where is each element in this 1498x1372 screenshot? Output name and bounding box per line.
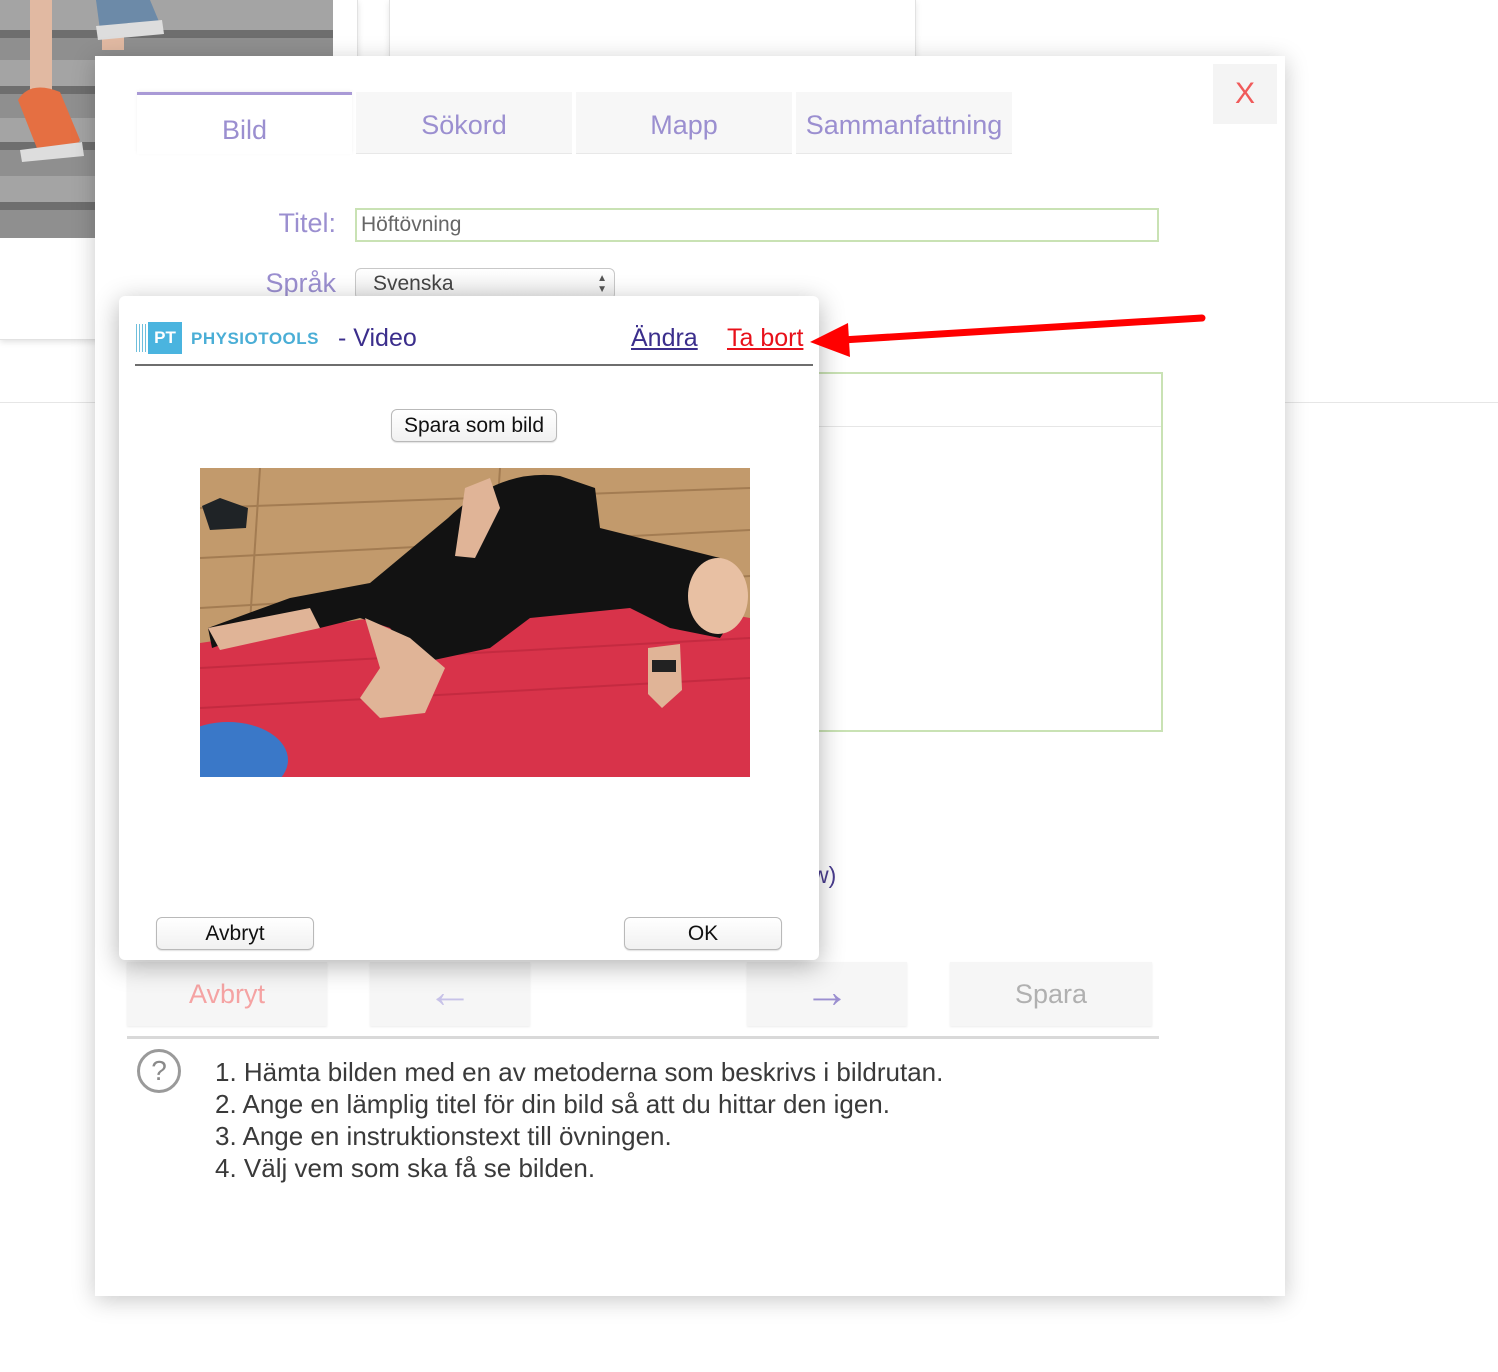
tab-bild[interactable]: Bild (137, 92, 352, 154)
modal-cancel-button[interactable]: Avbryt (156, 917, 314, 950)
cancel-label: Avbryt (188, 979, 266, 1009)
title-label: Titel: (278, 208, 336, 238)
save-as-image-button[interactable]: Spara som bild (391, 409, 557, 442)
modal-header-divider (135, 364, 813, 366)
close-button[interactable]: X (1213, 64, 1277, 124)
language-value: Svenska (373, 272, 454, 295)
next-button[interactable]: → (747, 962, 907, 1026)
video-preview[interactable] (200, 468, 750, 777)
tab-sammanfattning[interactable]: Sammanfattning (796, 92, 1012, 154)
close-icon: X (1234, 77, 1255, 110)
logo-mark: PT (148, 322, 182, 354)
delete-link[interactable]: Ta bort (727, 324, 803, 353)
help-step: 2. Ange en lämplig titel för din bild så… (215, 1089, 890, 1119)
question-circle-icon: ? (137, 1049, 181, 1093)
background-card (389, 0, 916, 62)
physiotools-logo: PT (136, 320, 182, 356)
edit-link[interactable]: Ändra (631, 324, 698, 353)
arrow-left-icon: ← (427, 965, 473, 1017)
logo-stripes (136, 324, 148, 352)
modal-cancel-label: Avbryt (205, 922, 265, 945)
textarea-divider (800, 426, 1161, 427)
instruction-textarea[interactable] (800, 372, 1163, 732)
tab-label: Mapp (650, 110, 718, 140)
brand-name: PHYSIOTOOLS (191, 329, 319, 348)
tab-mapp[interactable]: Mapp (576, 92, 792, 154)
ok-label: OK (687, 922, 719, 945)
prev-button[interactable]: ← (370, 962, 530, 1026)
cancel-button[interactable]: Avbryt (127, 962, 327, 1026)
help-divider (127, 1036, 1159, 1039)
save-button[interactable]: Spara (950, 962, 1152, 1026)
arrow-right-icon: → (804, 965, 850, 1017)
help-step: 3. Ange en instruktionstext till övninge… (215, 1121, 672, 1151)
screen: X Bild Sökord Mapp Sammanfattning Titel:… (0, 0, 1498, 1372)
ok-button[interactable]: OK (624, 917, 782, 950)
tab-label: Bild (221, 115, 268, 145)
modal-title: - Video (338, 324, 417, 352)
help-step: 1. Hämta bilden med en av metoderna som … (215, 1057, 944, 1087)
title-input[interactable] (355, 208, 1159, 242)
save-label: Spara (1014, 979, 1088, 1009)
save-as-image-label: Spara som bild (403, 414, 545, 437)
tab-sokord[interactable]: Sökord (356, 92, 572, 154)
tab-label: Sökord (421, 110, 507, 140)
video-thumbnail (200, 468, 750, 777)
language-label: Språk (265, 268, 336, 298)
help-steps: 1. Hämta bilden med en av metoderna som … (215, 1056, 943, 1184)
help-step: 4. Välj vem som ska få se bilden. (215, 1153, 596, 1183)
updown-chevron-icon: ▲ ▼ (597, 273, 607, 295)
tab-label: Sammanfattning (805, 110, 1003, 140)
